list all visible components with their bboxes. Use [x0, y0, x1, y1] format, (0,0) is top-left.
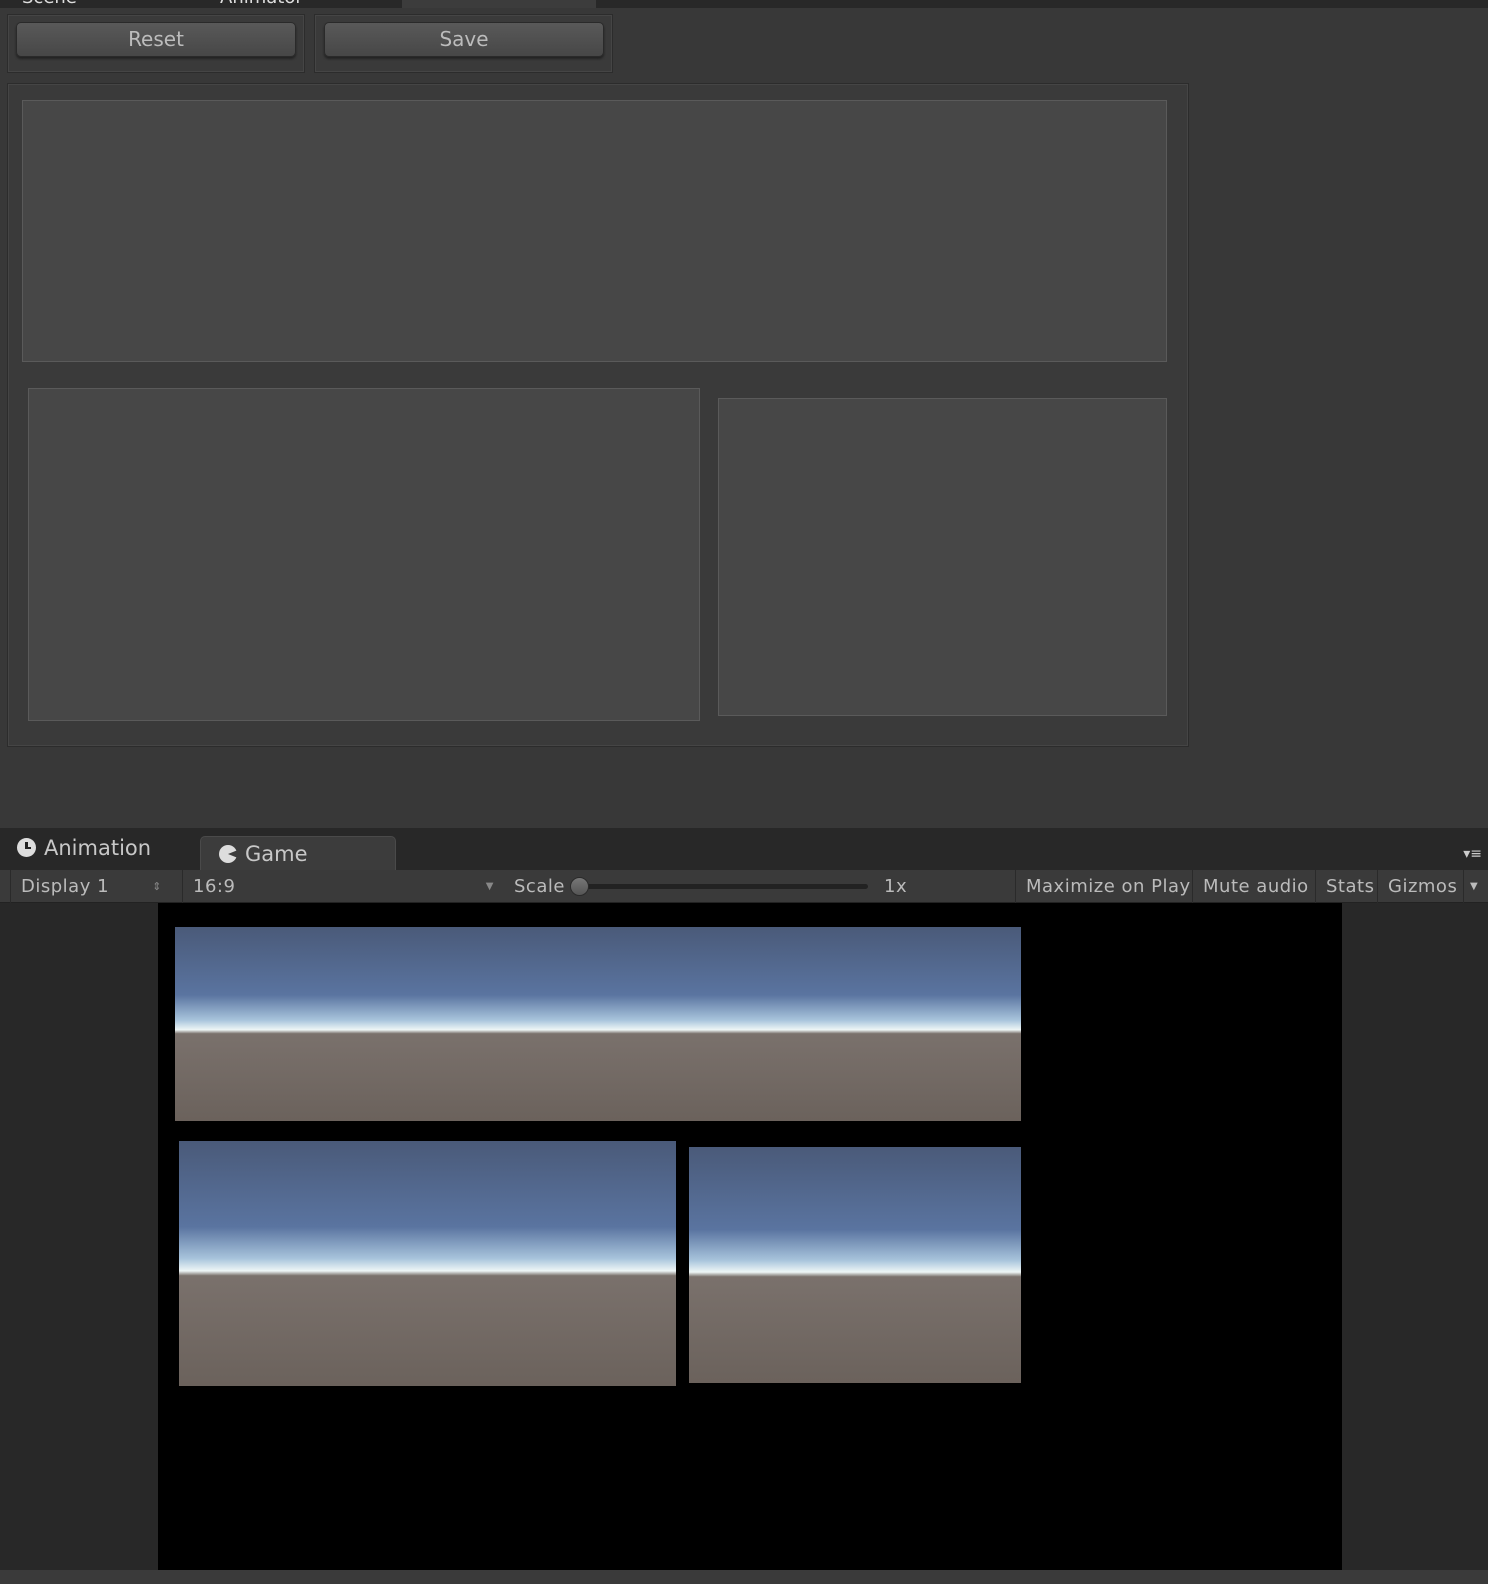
tab-game[interactable]: Game [200, 836, 396, 870]
gizmos-dropdown-icon[interactable]: ▼ [1463, 870, 1488, 903]
clock-icon [17, 838, 36, 857]
top-tab-bar: Scene Animator [0, 0, 1488, 8]
tab-animation[interactable]: Animation [0, 828, 190, 870]
camera-viewport-top [175, 927, 1021, 1121]
camera-viewport-bottom-right [689, 1147, 1021, 1383]
reset-button[interactable]: Reset [16, 22, 296, 57]
tab-active[interactable] [402, 0, 596, 8]
stats-toggle[interactable]: Stats [1315, 870, 1384, 903]
scale-control: Scale 1x [514, 876, 908, 897]
bottom-left-panel [28, 388, 700, 721]
bottom-right-panel [718, 398, 1167, 716]
panel-menu-icon[interactable]: ▾≡ [1463, 846, 1482, 862]
tab-animator[interactable]: Animator [220, 0, 400, 8]
scale-slider-thumb[interactable] [570, 877, 589, 896]
top-panel [22, 100, 1167, 362]
mute-audio-toggle[interactable]: Mute audio [1192, 870, 1319, 903]
maximize-on-play-toggle[interactable]: Maximize on Play [1015, 870, 1201, 903]
chevron-down-icon: ▼ [485, 881, 494, 892]
scale-slider-track[interactable] [576, 884, 868, 889]
aspect-dropdown[interactable]: 16:9 ▼ [182, 870, 502, 903]
camera-viewport-bottom-left [179, 1141, 676, 1386]
display-dropdown[interactable]: Display 1 ⇕ [10, 870, 170, 903]
pacman-icon [219, 845, 237, 863]
bottom-tab-bar: Animation Game ▾≡ [0, 828, 1488, 870]
updown-icon: ⇕ [152, 880, 162, 893]
save-button[interactable]: Save [324, 22, 604, 57]
status-bar [0, 1570, 1488, 1584]
gizmos-toggle[interactable]: Gizmos [1377, 870, 1467, 903]
game-toolbar: Display 1 ⇕ 16:9 ▼ Scale 1x Maximize on Pl… [0, 870, 1488, 903]
tab-scene[interactable]: Scene [22, 0, 202, 8]
